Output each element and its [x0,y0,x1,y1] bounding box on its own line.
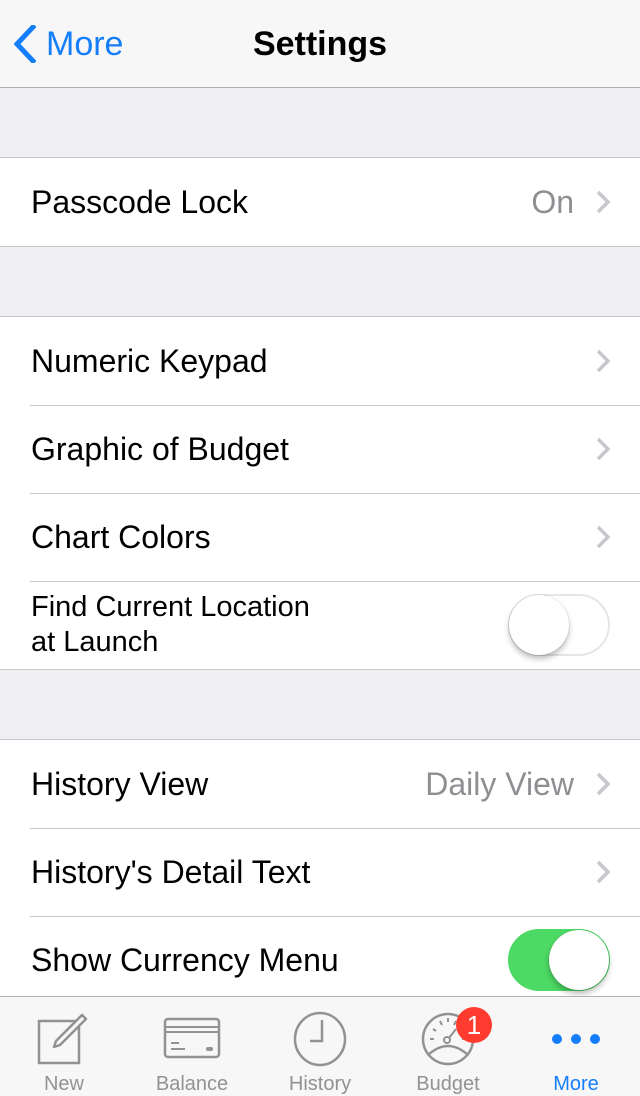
row-detail: On [531,183,574,220]
row-find-current-location: Find Current Location at Launch [0,581,640,669]
row-history-view[interactable]: History View Daily View [0,740,640,828]
row-label: History View [31,765,209,802]
chevron-right-icon [596,860,610,884]
section-history: History View Daily View History's Detail… [0,740,640,1005]
row-show-currency-menu: Show Currency Menu [0,916,640,1004]
section-spacer [0,88,640,158]
row-label: Chart Colors [31,518,211,555]
row-label-line2: at Launch [31,626,159,658]
tab-history[interactable]: History [256,997,384,1096]
back-button[interactable]: More [14,22,123,66]
section-spacer [0,670,640,740]
settings-list: Passcode Lock On Numeric Keypad Graphic … [0,88,640,1005]
row-label: History's Detail Text [31,853,311,890]
tab-balance[interactable]: Balance [128,997,256,1096]
card-icon [163,1017,221,1059]
chevron-right-icon [596,349,610,373]
tab-label: History [288,1073,352,1095]
compose-icon [37,1013,88,1065]
section-display: Numeric Keypad Graphic of Budget Chart C… [0,317,640,670]
toggle-knob [509,595,569,655]
notification-badge: 1 [456,1007,492,1043]
tab-more[interactable]: More [512,997,640,1096]
section-security: Passcode Lock On [0,158,640,247]
row-label: Find Current Location at Launch [31,590,508,660]
row-history-detail-text[interactable]: History's Detail Text [0,828,640,916]
row-label-line1: Find Current Location [31,591,310,623]
chevron-right-icon [596,772,610,796]
chevron-right-icon [596,190,610,214]
section-spacer [0,247,640,317]
row-chart-colors[interactable]: Chart Colors [0,493,640,581]
tab-label: Budget [416,1073,480,1095]
row-numeric-keypad[interactable]: Numeric Keypad [0,317,640,405]
toggle-knob [549,930,609,990]
tab-label: New [43,1073,84,1095]
find-location-toggle[interactable] [508,594,610,656]
chevron-right-icon [596,437,610,461]
navigation-bar: More Settings [0,0,640,88]
back-chevron-icon [14,25,36,63]
more-dots-icon [552,1034,600,1044]
tab-budget[interactable]: Budget 1 [384,997,512,1096]
row-label: Numeric Keypad [31,342,268,379]
row-passcode-lock[interactable]: Passcode Lock On [0,158,640,246]
currency-menu-toggle[interactable] [508,929,610,991]
row-detail: Daily View [425,765,574,802]
tab-label: More [553,1073,599,1095]
row-label: Passcode Lock [31,183,249,220]
back-label: More [46,24,124,63]
tab-new[interactable]: New [0,997,128,1096]
row-label: Graphic of Budget [31,430,289,467]
chevron-right-icon [596,525,610,549]
row-label: Show Currency Menu [31,941,339,978]
clock-icon [293,1011,347,1067]
tab-bar: New Balance History Budget 1 More [0,996,640,1096]
tab-label: Balance [155,1073,229,1095]
row-graphic-of-budget[interactable]: Graphic of Budget [0,405,640,493]
